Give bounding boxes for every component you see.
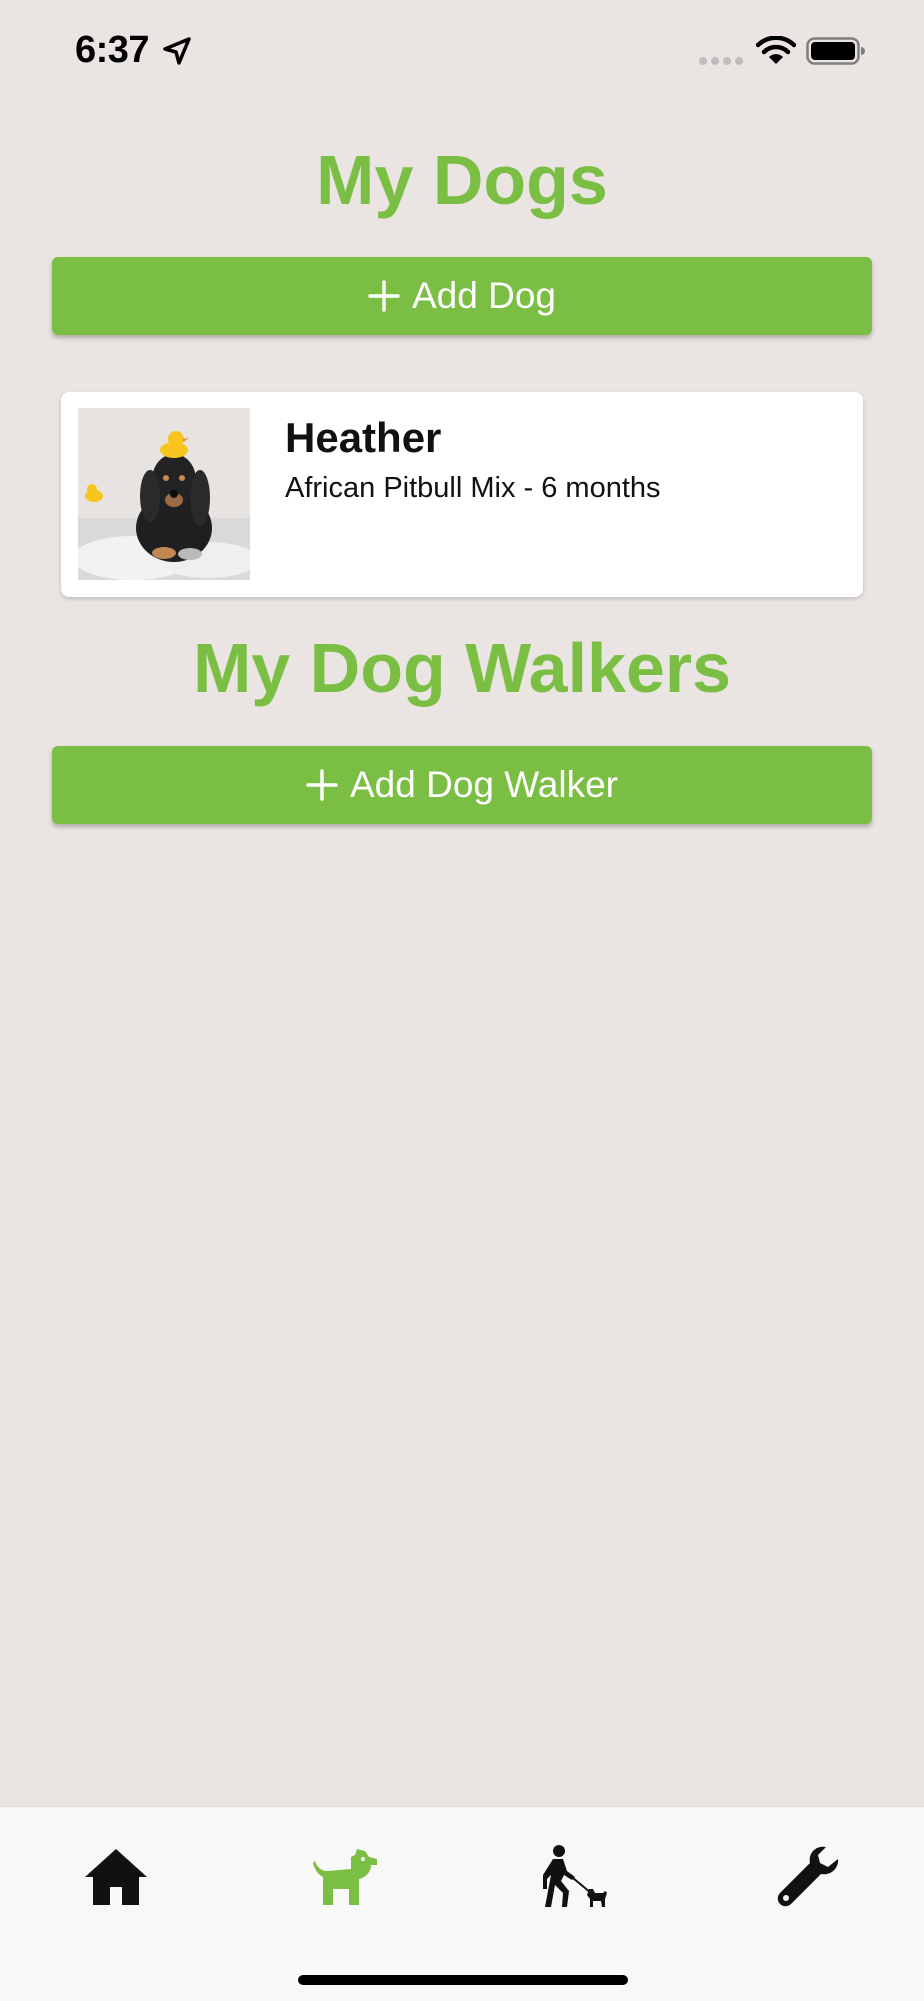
add-dog-label: Add Dog [412, 275, 556, 316]
tab-home[interactable] [76, 1837, 156, 1917]
add-dog-walker-button[interactable]: Add Dog Walker [52, 746, 872, 824]
status-bar: 6:37 [0, 0, 924, 104]
battery-icon [806, 37, 865, 65]
tab-settings[interactable] [768, 1837, 848, 1917]
wrench-icon [777, 1846, 839, 1907]
dog-icon [313, 1849, 377, 1905]
tab-bar [0, 1806, 924, 2001]
cellular-signal-icon [699, 57, 743, 65]
dog-details: African Pitbull Mix - 6 months [285, 472, 661, 504]
home-icon [85, 1849, 147, 1905]
tab-dog-walkers[interactable] [534, 1837, 614, 1917]
my-dog-walkers-title: My Dog Walkers [192, 629, 732, 707]
dog-card[interactable]: Heather African Pitbull Mix - 6 months [61, 392, 863, 597]
home-indicator [298, 1975, 628, 1985]
plus-icon [306, 769, 338, 801]
dog-walker-icon [543, 1845, 607, 1907]
tab-dogs[interactable] [306, 1837, 386, 1917]
status-time: 6:37 [75, 29, 150, 71]
dog-photo [78, 408, 250, 580]
my-dogs-title: My Dogs [316, 141, 608, 219]
wifi-icon [756, 36, 796, 64]
add-dog-walker-label: Add Dog Walker [349, 764, 618, 805]
add-dog-button[interactable]: Add Dog [52, 257, 872, 335]
location-arrow-icon [163, 37, 191, 65]
plus-icon [368, 280, 400, 312]
dog-name: Heather [285, 414, 442, 461]
